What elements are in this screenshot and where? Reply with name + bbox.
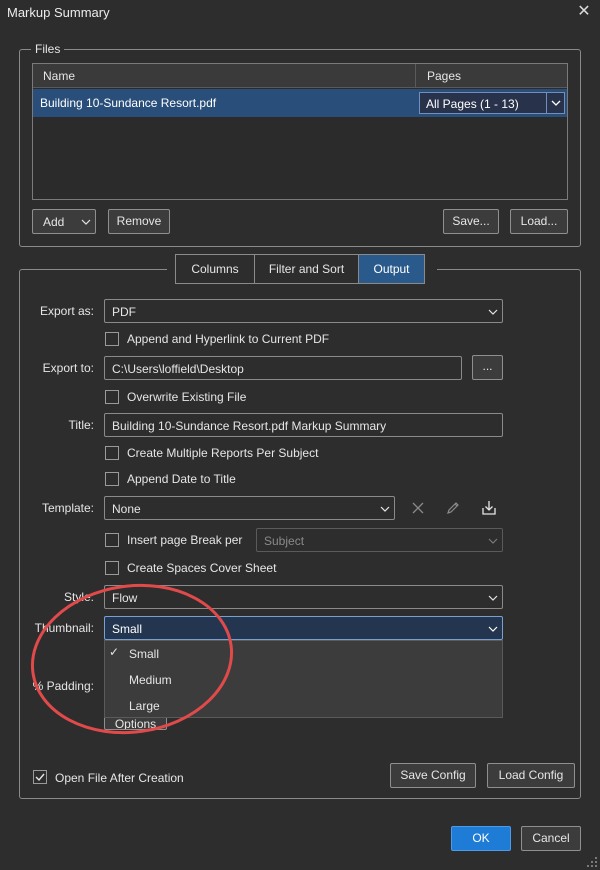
- pages-select[interactable]: All Pages (1 - 13): [419, 92, 565, 114]
- title-bar: Markup Summary ✕: [0, 0, 600, 26]
- load-config-button[interactable]: Load Config: [487, 763, 575, 788]
- append-date-label: Append Date to Title: [127, 472, 236, 486]
- chevron-down-icon: [488, 308, 498, 316]
- export-as-select[interactable]: PDF: [104, 299, 503, 323]
- load-files-button[interactable]: Load...: [510, 209, 568, 234]
- files-table-header: Name Pages: [33, 64, 567, 88]
- tab-output-label: Output: [373, 262, 410, 276]
- chevron-down-icon: [81, 218, 91, 226]
- save-files-button-label: Save...: [452, 214, 490, 228]
- overwrite-label: Overwrite Existing File: [127, 390, 247, 404]
- page-break-value: Subject: [264, 534, 305, 548]
- close-icon[interactable]: ✕: [574, 2, 594, 22]
- template-label: Template:: [41, 501, 94, 515]
- cancel-button[interactable]: Cancel: [521, 826, 581, 851]
- open-after-label: Open File After Creation: [55, 771, 184, 785]
- column-header-pages[interactable]: Pages: [427, 69, 461, 83]
- page-break-select: Subject: [256, 528, 503, 552]
- remove-button-label: Remove: [116, 214, 162, 228]
- clear-icon[interactable]: [410, 500, 426, 516]
- ok-button[interactable]: OK: [451, 826, 511, 851]
- export-to-field[interactable]: C:\Users\loffield\Desktop: [104, 356, 462, 380]
- window-title: Markup Summary: [7, 5, 110, 20]
- save-config-button-label: Save Config: [400, 768, 466, 782]
- title-value: Building 10-Sundance Resort.pdf Markup S…: [112, 419, 387, 433]
- chevron-down-icon: [380, 505, 390, 513]
- append-hyperlink-label: Append and Hyperlink to Current PDF: [127, 332, 330, 346]
- remove-button[interactable]: Remove: [108, 209, 170, 234]
- save-config-button[interactable]: Save Config: [390, 763, 476, 788]
- tab-columns[interactable]: Columns: [175, 254, 255, 284]
- annotation-circle: [30, 578, 240, 738]
- open-after-checkbox[interactable]: [33, 770, 47, 784]
- resize-grip-icon[interactable]: [586, 856, 598, 868]
- export-as-value: PDF: [112, 305, 136, 319]
- multiple-reports-label: Create Multiple Reports Per Subject: [127, 446, 319, 460]
- page-break-checkbox[interactable]: [105, 533, 119, 547]
- chevron-down-icon: [488, 537, 498, 545]
- export-to-label: Export to:: [42, 361, 94, 375]
- tab-filter-and-sort-label: Filter and Sort: [268, 262, 345, 276]
- files-table: Name Pages Building 10-Sundance Resort.p…: [32, 63, 568, 200]
- export-to-value: C:\Users\loffield\Desktop: [112, 362, 244, 376]
- title-label: Title:: [68, 418, 94, 432]
- column-header-name[interactable]: Name: [43, 69, 75, 83]
- browse-button[interactable]: ...: [472, 355, 503, 380]
- cover-sheet-label: Create Spaces Cover Sheet: [127, 561, 277, 575]
- load-config-button-label: Load Config: [498, 768, 564, 782]
- pages-select-value: All Pages (1 - 13): [426, 97, 519, 111]
- append-hyperlink-checkbox[interactable]: [105, 332, 119, 346]
- template-value: None: [112, 502, 141, 516]
- table-row[interactable]: Building 10-Sundance Resort.pdf All Page…: [33, 89, 567, 117]
- save-files-button[interactable]: Save...: [443, 209, 499, 234]
- tab-filter-and-sort[interactable]: Filter and Sort: [254, 254, 359, 284]
- tab-output[interactable]: Output: [358, 254, 425, 284]
- append-date-checkbox[interactable]: [105, 472, 119, 486]
- add-button-label: Add: [43, 215, 65, 229]
- chevron-down-icon: [488, 594, 498, 602]
- multiple-reports-checkbox[interactable]: [105, 446, 119, 460]
- chevron-down-icon: [488, 625, 498, 633]
- ok-button-label: OK: [472, 831, 490, 845]
- overwrite-checkbox[interactable]: [105, 390, 119, 404]
- column-divider[interactable]: [415, 64, 416, 88]
- cancel-button-label: Cancel: [532, 831, 570, 845]
- files-legend: Files: [31, 42, 65, 56]
- chevron-down-icon[interactable]: [546, 93, 564, 113]
- template-select[interactable]: None: [104, 496, 395, 520]
- file-name: Building 10-Sundance Resort.pdf: [40, 96, 217, 110]
- edit-icon[interactable]: [445, 500, 461, 516]
- export-as-label: Export as:: [39, 304, 94, 318]
- cover-sheet-checkbox[interactable]: [105, 561, 119, 575]
- title-field[interactable]: Building 10-Sundance Resort.pdf Markup S…: [104, 413, 503, 437]
- tab-columns-label: Columns: [191, 262, 239, 276]
- add-button[interactable]: Add: [32, 209, 96, 234]
- import-icon[interactable]: [481, 499, 497, 517]
- browse-button-label: ...: [482, 359, 493, 373]
- page-break-label: Insert page Break per: [127, 533, 243, 547]
- load-files-button-label: Load...: [520, 214, 558, 228]
